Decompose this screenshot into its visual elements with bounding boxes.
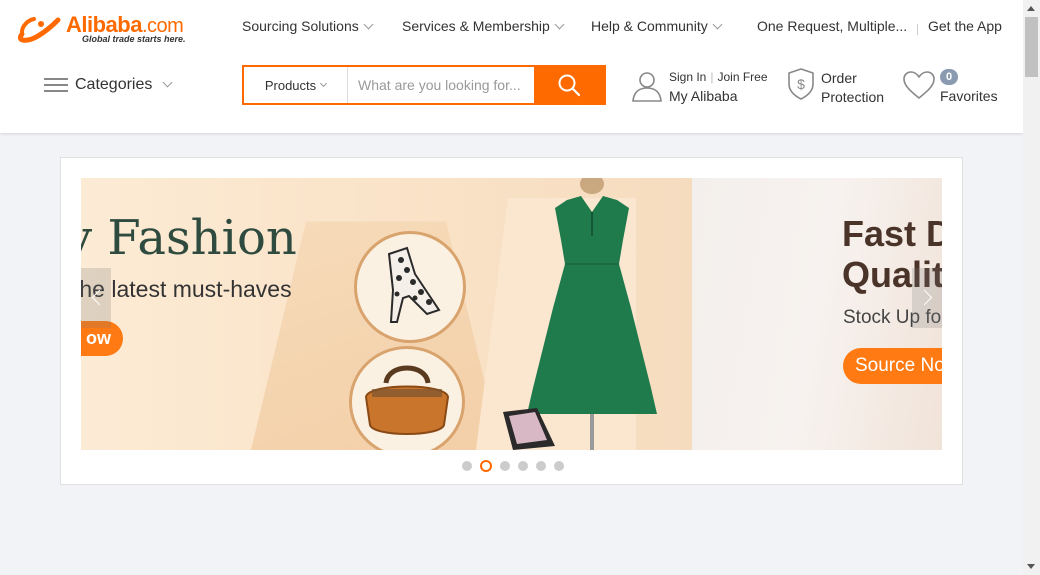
nav-get-app-label: Get the App <box>928 18 1002 34</box>
carousel-dot[interactable] <box>518 461 528 471</box>
fast-title-line1: Fast D <box>842 213 942 254</box>
page-scrollbar[interactable] <box>1023 0 1040 575</box>
nav-one-request[interactable]: One Request, Multiple... <box>757 18 907 34</box>
chevron-down-icon <box>320 79 328 87</box>
search-category-value: Products <box>264 77 317 93</box>
banner-slide-fast-dispatch[interactable]: Fast D Qualit Stock Up fo Source No <box>692 178 942 450</box>
carousel-prev-button[interactable] <box>81 268 111 328</box>
user-icon[interactable] <box>631 70 663 102</box>
search-bar: Products <box>242 65 606 105</box>
logo-mark-icon <box>18 17 61 43</box>
fashion-slide-title: y Fashion <box>81 210 297 266</box>
favorites-count-badge: 0 <box>940 69 958 85</box>
nav-divider <box>917 24 918 35</box>
chevron-down-icon <box>363 19 374 30</box>
nav-services-label: Services & Membership <box>402 18 550 34</box>
alibaba-logo[interactable]: Alibaba.com Global trade starts here. <box>14 10 214 50</box>
search-icon <box>558 74 581 97</box>
categories-label: Categories <box>75 76 153 93</box>
chevron-down-icon <box>712 19 723 30</box>
favorites-link[interactable]: 0 Favorites <box>902 68 1012 108</box>
carousel-dot[interactable] <box>462 461 472 471</box>
categories-menu[interactable]: Categories <box>44 74 173 96</box>
nav-help-label: Help & Community <box>591 18 708 34</box>
scroll-down-arrow-icon[interactable] <box>1027 564 1035 569</box>
handbag-icon <box>364 365 450 435</box>
carousel-dot[interactable] <box>554 461 564 471</box>
order-protection-label: Order Protection <box>821 69 884 107</box>
nav-help-community[interactable]: Help & Community <box>591 18 723 34</box>
high-heel-shoe-icon <box>387 246 441 323</box>
svg-text:$: $ <box>797 76 805 92</box>
heart-icon <box>903 71 935 99</box>
scroll-up-arrow-icon[interactable] <box>1027 6 1035 11</box>
banner-slide-fashion[interactable]: y Fashion the latest must-haves ow <box>81 178 692 450</box>
carousel-next-button[interactable] <box>912 268 942 328</box>
carousel-dot[interactable] <box>500 461 510 471</box>
chevron-down-icon <box>554 19 565 30</box>
carousel-dot[interactable] <box>480 460 492 472</box>
nav-sourcing-solutions[interactable]: Sourcing Solutions <box>242 18 374 34</box>
compact-mirror-icon <box>503 408 555 450</box>
carousel-pagination <box>462 460 572 472</box>
shield-dollar-icon: $ <box>788 68 814 100</box>
product-ring-bag <box>349 346 465 450</box>
hero-banner: y Fashion the latest must-haves ow Fast … <box>60 157 963 485</box>
order-protection-link[interactable]: $ Order Protection <box>786 68 896 108</box>
order-line2: Protection <box>821 89 885 105</box>
search-input[interactable] <box>348 67 534 103</box>
favorites-label: Favorites <box>940 88 998 104</box>
nav-one-request-label: One Request, Multiple... <box>757 18 908 34</box>
link-separator: | <box>710 70 714 84</box>
account-links: Sign In | Join Free <box>669 70 768 84</box>
product-ring-shoe <box>354 231 466 343</box>
carousel-dot[interactable] <box>536 461 546 471</box>
search-button[interactable] <box>534 67 604 103</box>
join-free-link[interactable]: Join Free <box>717 70 767 84</box>
nav-get-app[interactable]: Get the App <box>928 18 1002 34</box>
banner-carousel: y Fashion the latest must-haves ow Fast … <box>81 178 942 450</box>
scrollbar-thumb[interactable] <box>1025 17 1038 77</box>
my-alibaba-link[interactable]: My Alibaba <box>669 88 737 104</box>
search-category-select[interactable]: Products <box>244 67 348 103</box>
fashion-slide-subtitle: the latest must-haves <box>81 276 292 302</box>
nav-sourcing-label: Sourcing Solutions <box>242 18 359 34</box>
source-now-button[interactable]: Source No <box>843 348 942 384</box>
nav-services-membership[interactable]: Services & Membership <box>402 18 565 34</box>
site-header: Alibaba.com Global trade starts here. So… <box>0 0 1023 133</box>
menu-list-icon <box>44 77 68 93</box>
logo-tagline: Global trade starts here. <box>82 34 186 44</box>
order-line1: Order <box>821 70 857 86</box>
sign-in-link[interactable]: Sign In <box>669 70 706 84</box>
chevron-down-icon <box>162 77 173 87</box>
